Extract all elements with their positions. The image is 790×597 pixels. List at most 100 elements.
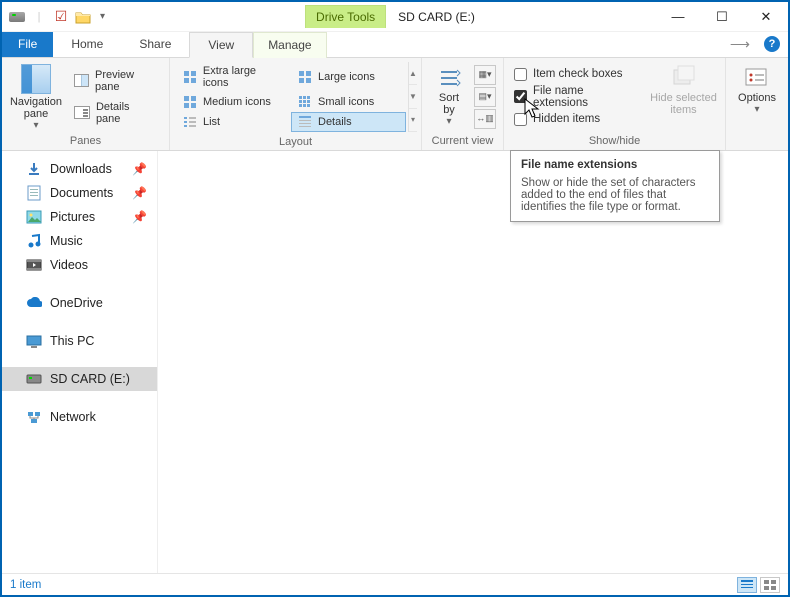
view-tab[interactable]: View [189,32,253,58]
hide-items-icon [670,64,698,92]
navigation-pane-label: Navigation pane [10,96,62,120]
tree-item-label: Documents [50,186,113,200]
help-icon[interactable]: ? [764,36,780,52]
layout-small[interactable]: Small icons [291,92,406,112]
file-tab[interactable]: File [2,32,53,57]
details-icon [298,115,312,129]
tree-item-label: Network [50,410,96,424]
sort-by-label: Sort by [439,92,459,116]
grid-icon [183,95,197,109]
details-view-toggle[interactable] [737,577,757,593]
navigation-pane-icon [21,64,51,94]
ribbon: Navigation pane ▾ Preview pane Details p… [2,58,788,151]
hide-selected-items-button: Hide selected items [646,60,721,133]
status-bar: 1 item [2,573,788,595]
window-title: SD CARD (E:) [386,10,475,24]
tree-item-label: SD CARD (E:) [50,372,130,386]
options-label: Options [738,92,776,104]
tree-item-music[interactable]: Music [2,229,157,253]
navigation-pane-button[interactable]: Navigation pane ▾ [6,60,66,133]
item-check-boxes-checkbox[interactable] [514,68,527,81]
options-button[interactable]: Options ▾ [732,60,782,133]
size-columns-button[interactable]: ↔▥ [474,109,496,129]
file-name-extensions-checkbox[interactable] [514,90,527,103]
document-icon [26,185,42,201]
network-icon [26,409,42,425]
tree-item-onedrive[interactable]: OneDrive [2,291,157,315]
sort-icon [435,64,463,92]
current-view-group: Sort by ▾ ▦▾ ▤▾ ↔▥ Current view [422,58,504,150]
item-check-boxes-toggle[interactable]: Item check boxes [514,68,640,81]
contextual-tab-label: Drive Tools [305,5,386,28]
chevron-down-icon: ▾ [442,116,455,127]
panes-group-label: Panes [6,133,165,150]
layout-details[interactable]: Details [291,112,406,132]
details-pane-label: Details pane [96,101,157,125]
manage-tab[interactable]: Manage [253,32,326,58]
show-hide-group: Item check boxes File name extensions Hi… [504,58,726,150]
pin-icon: 📌 [132,162,147,176]
panes-group: Navigation pane ▾ Preview pane Details p… [2,58,170,150]
options-group: Options ▾ [726,58,788,150]
hidden-items-checkbox[interactable] [514,113,527,126]
home-tab[interactable]: Home [53,32,121,57]
details-pane-icon [74,106,90,119]
tree-item-label: This PC [50,334,94,348]
tree-item-sd-card-e-[interactable]: SD CARD (E:) [2,367,157,391]
layout-group: Extra large icons Large icons Medium ico… [170,58,422,150]
qat-customize-icon[interactable]: ▾ [96,11,109,22]
share-tab[interactable]: Share [121,32,189,57]
onedrive-icon [26,295,42,311]
close-button[interactable]: ✕ [744,3,788,31]
tree-item-label: OneDrive [50,296,103,310]
file-name-extensions-toggle[interactable]: File name extensions [514,85,640,109]
pc-icon [26,333,42,349]
pin-icon: 📌 [132,210,147,224]
add-columns-button[interactable]: ▤▾ [474,87,496,107]
tooltip-title: File name extensions [521,159,709,171]
drive-icon [8,8,26,26]
layout-group-label: Layout [174,134,417,151]
grid-icon [298,70,312,84]
sd-icon [26,371,42,387]
collapse-ribbon-icon[interactable]: ⟶ [724,32,756,57]
tree-item-pictures[interactable]: Pictures 📌 [2,205,157,229]
download-icon [26,161,42,177]
tree-item-this-pc[interactable]: This PC [2,329,157,353]
grid-small-icon [298,95,312,109]
layout-extra-large[interactable]: Extra large icons [176,62,291,92]
layout-large[interactable]: Large icons [291,62,406,92]
pictures-icon [26,209,42,225]
details-pane-button[interactable]: Details pane [74,101,157,125]
list-icon [183,115,197,129]
preview-pane-icon [74,74,89,87]
navigation-tree[interactable]: Downloads📌 Documents 📌 Pictures 📌 Music Videos… [2,151,158,573]
properties-icon[interactable]: ☑ [52,8,70,26]
divider: | [30,8,48,26]
tree-item-label: Music [50,234,83,248]
preview-pane-button[interactable]: Preview pane [74,69,157,93]
tree-item-network[interactable]: Network [2,405,157,429]
hidden-items-toggle[interactable]: Hidden items [514,113,640,126]
maximize-button[interactable]: ☐ [700,3,744,31]
new-folder-icon[interactable] [74,8,92,26]
layout-list[interactable]: List [176,112,291,132]
tree-item-label: Pictures [50,210,95,224]
options-icon [743,64,771,92]
tooltip-body: Show or hide the set of characters added… [521,177,709,213]
sort-by-button[interactable]: Sort by ▾ [426,60,472,133]
tree-item-downloads[interactable]: Downloads📌 [2,157,157,181]
tree-item-documents[interactable]: Documents 📌 [2,181,157,205]
music-icon [26,233,42,249]
minimize-button[interactable]: — [656,3,700,31]
tooltip: File name extensions Show or hide the se… [510,150,720,222]
layout-gallery-scroll[interactable]: ▲▼▾ [408,62,417,132]
large-icons-view-toggle[interactable] [760,577,780,593]
chevron-down-icon: ▾ [29,120,42,131]
tree-item-label: Videos [50,258,88,272]
ribbon-tabs: File Home Share View Manage ⟶ ? [2,32,788,58]
layout-medium[interactable]: Medium icons [176,92,291,112]
group-by-button[interactable]: ▦▾ [474,65,496,85]
tree-item-videos[interactable]: Videos [2,253,157,277]
pin-icon: 📌 [132,186,147,200]
